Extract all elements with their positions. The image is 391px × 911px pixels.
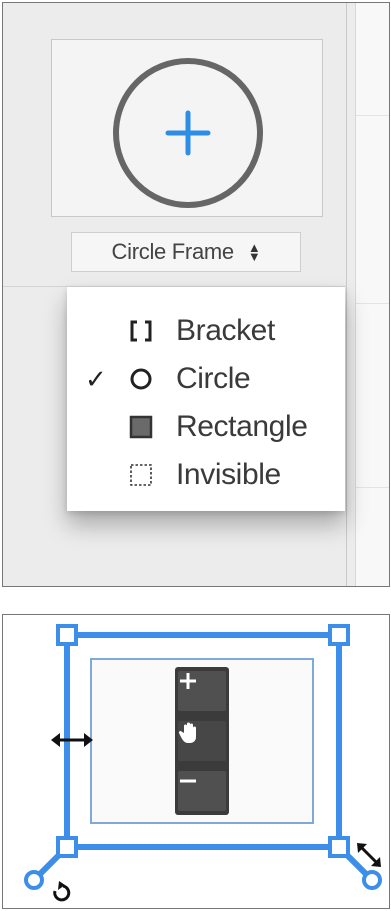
frame-editor-panel <box>2 614 390 909</box>
menu-item-rectangle[interactable]: Rectangle <box>67 403 345 451</box>
resize-handle-bottom-right <box>328 836 350 858</box>
frame-preview[interactable] <box>51 39 323 217</box>
rotate-handle-left <box>24 870 44 890</box>
zoom-in-button[interactable] <box>178 671 226 711</box>
diagonal-resize-cursor-icon <box>357 843 381 867</box>
menu-item-label: Bracket <box>176 314 275 347</box>
hand-icon <box>178 722 196 743</box>
frame-settings-panel: Circle Frame ▲ ▼ Bracket ✓ Circle Rectan… <box>2 2 390 587</box>
canvas-divider <box>356 303 389 304</box>
frame-style-select[interactable]: Circle Frame ▲ ▼ <box>71 232 301 272</box>
canvas-divider <box>356 115 389 116</box>
plus-icon <box>180 673 196 689</box>
pan-button[interactable] <box>178 721 226 761</box>
menu-item-label: Invisible <box>176 458 281 491</box>
rotate-cursor-icon <box>53 881 71 902</box>
menu-item-label: Rectangle <box>176 410 308 443</box>
horizontal-resize-cursor-icon <box>51 733 93 747</box>
circle-icon <box>129 366 153 392</box>
resize-handle-bottom-left <box>56 836 78 858</box>
menu-item-circle[interactable]: ✓ Circle <box>67 355 345 403</box>
canvas-divider <box>356 487 389 488</box>
frame-style-selected-label: Circle Frame <box>111 239 235 264</box>
canvas-area <box>355 3 389 586</box>
zoom-out-button[interactable] <box>178 771 226 811</box>
dashed-square-icon <box>129 462 153 488</box>
menu-item-bracket[interactable]: Bracket <box>67 307 345 355</box>
menu-item-label: Circle <box>176 362 251 395</box>
frame-style-menu: Bracket ✓ Circle Rectangle Invisible <box>67 287 345 511</box>
minus-icon <box>180 779 196 783</box>
zoom-control-bar <box>175 667 229 815</box>
rotate-handle-right <box>362 870 382 890</box>
resize-handle-top-left <box>56 624 78 646</box>
up-down-arrows-icon: ▲ ▼ <box>247 240 261 264</box>
circle-frame-preview-icon <box>113 58 263 208</box>
rectangle-icon <box>129 414 153 440</box>
menu-item-invisible[interactable]: Invisible <box>67 451 345 499</box>
resize-handle-top-right <box>328 624 350 646</box>
checkmark-icon: ✓ <box>85 363 107 394</box>
bracket-icon <box>129 318 153 344</box>
